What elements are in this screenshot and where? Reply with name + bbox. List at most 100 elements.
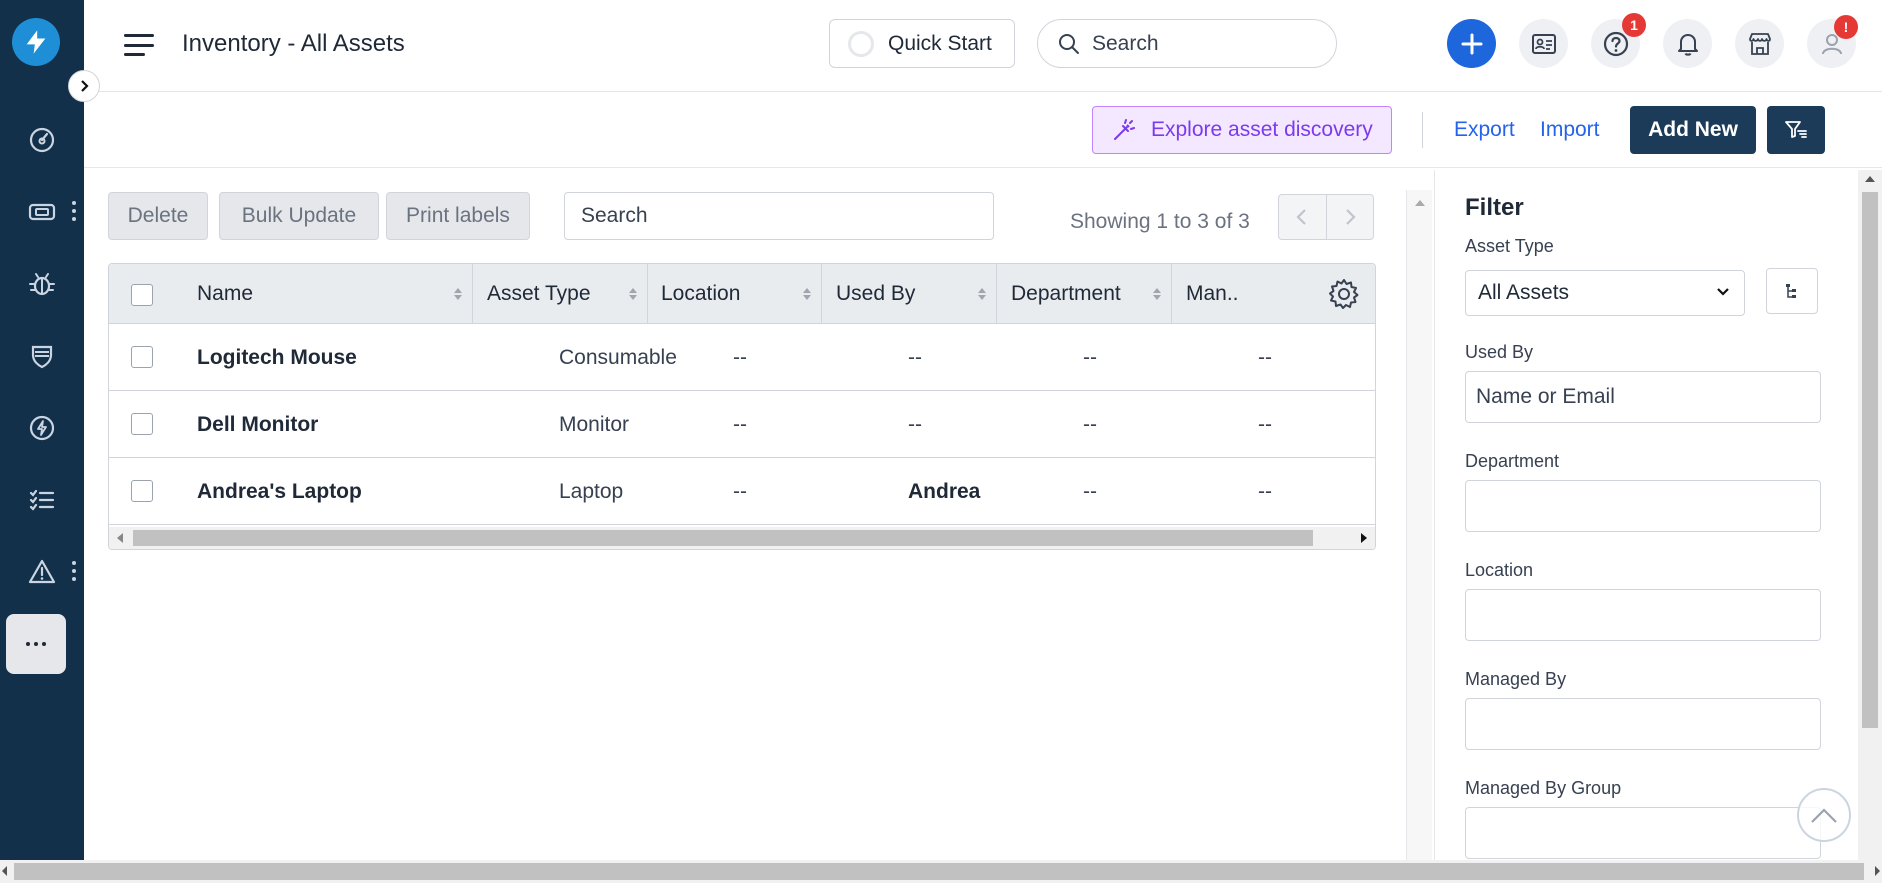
progress-ring-icon (848, 30, 874, 57)
list-vertical-scrollbar[interactable] (1406, 190, 1432, 860)
profile-button[interactable]: ! (1807, 15, 1858, 68)
sidebar-item-changes[interactable] (12, 328, 72, 384)
gear-icon[interactable] (1326, 276, 1362, 312)
magic-wand-icon (1114, 119, 1135, 140)
toolbar-divider (1422, 112, 1423, 148)
column-header-asset-type[interactable]: Asset Type (473, 264, 648, 324)
explore-asset-discovery-button[interactable]: Explore asset discovery (1092, 106, 1392, 154)
pagination-controls (1278, 194, 1374, 240)
column-header-name[interactable]: Name (183, 264, 473, 324)
ticket-more-icon[interactable] (70, 201, 78, 221)
asset-type-tree-button[interactable] (1766, 268, 1818, 314)
scroll-left-arrow-icon[interactable] (117, 533, 123, 543)
location-cell: -- (733, 345, 747, 369)
select-all-checkbox[interactable] (131, 284, 153, 306)
table-horizontal-scrollbar[interactable] (109, 527, 1375, 549)
row-checkbox[interactable] (131, 413, 153, 435)
add-new-button[interactable]: Add New (1630, 106, 1756, 154)
sidebar-item-more[interactable] (6, 614, 66, 674)
row-checkbox[interactable] (131, 346, 153, 368)
table-row[interactable]: Dell Monitor Monitor -- -- -- -- (109, 391, 1375, 458)
sidebar-item-problems[interactable] (12, 256, 72, 312)
location-cell: -- (733, 412, 747, 436)
column-header-location[interactable]: Location (647, 264, 822, 324)
create-new-button[interactable] (1447, 19, 1496, 68)
asset-name-link[interactable]: Dell Monitor (197, 391, 318, 458)
bell-icon (1677, 33, 1698, 56)
asset-type-cell: Monitor (559, 412, 630, 436)
table-row[interactable]: Andrea's Laptop Laptop -- Andrea -- -- (109, 458, 1375, 525)
used-by-cell: -- (908, 412, 922, 436)
help-button[interactable]: 1 (1591, 13, 1646, 68)
search-icon (1059, 33, 1079, 54)
contacts-button[interactable] (1519, 19, 1568, 68)
chevron-up-icon (1811, 808, 1837, 823)
column-header-label: Used By (836, 282, 916, 305)
column-header-managed-by[interactable]: Man.. (1172, 264, 1244, 324)
bug-icon (29, 273, 55, 296)
scroll-to-top-button[interactable] (1797, 788, 1851, 842)
page-scroll-thumb[interactable] (14, 863, 1864, 880)
hamburger-menu-icon[interactable] (124, 30, 154, 60)
app-logo[interactable] (12, 18, 60, 66)
bulk-update-button[interactable]: Bulk Update (219, 192, 379, 240)
filter-toggle-button[interactable] (1767, 106, 1825, 154)
scroll-right-arrow-icon[interactable] (1875, 866, 1880, 876)
sidebar-item-alerts[interactable] (12, 544, 72, 600)
import-link[interactable]: Import (1540, 118, 1600, 142)
global-search-input[interactable]: Search (1037, 19, 1337, 68)
row-checkbox[interactable] (131, 480, 153, 502)
asset-name-link[interactable]: Andrea's Laptop (197, 458, 362, 525)
previous-page-button[interactable] (1279, 195, 1327, 239)
location-cell: -- (733, 479, 747, 503)
pagination-summary: Showing 1 to 3 of 3 (1070, 210, 1250, 233)
scroll-left-arrow-icon[interactable] (2, 866, 7, 876)
print-labels-button[interactable]: Print labels (386, 192, 530, 240)
quick-start-button[interactable]: Quick Start (829, 19, 1015, 68)
assets-table: Name Asset Type Location Used By Departm… (108, 263, 1376, 550)
sidebar-expand-button[interactable] (68, 70, 100, 102)
managed-by-group-input[interactable] (1465, 807, 1821, 859)
page-horizontal-scrollbar[interactable] (0, 860, 1882, 883)
sort-icon (629, 288, 637, 300)
table-row[interactable]: Logitech Mouse Consumable -- -- -- -- (109, 324, 1375, 391)
sidebar-item-dashboard[interactable] (12, 112, 72, 168)
used-by-link[interactable]: Andrea (908, 458, 980, 525)
sidebar-item-tickets[interactable] (12, 184, 72, 240)
department-cell: -- (1083, 345, 1097, 369)
asset-type-select[interactable]: All Assets (1465, 270, 1745, 316)
filter-icon (1785, 121, 1807, 138)
plus-icon (1461, 33, 1482, 54)
store-icon (1748, 32, 1771, 55)
sidebar-item-releases[interactable] (12, 400, 72, 456)
table-scroll-thumb[interactable] (133, 530, 1313, 546)
profile-alert-badge: ! (1834, 15, 1858, 39)
export-link[interactable]: Export (1454, 118, 1515, 142)
managed-by-input[interactable] (1465, 698, 1821, 750)
column-header-label: Asset Type (487, 282, 591, 305)
used-by-input[interactable]: Name or Email (1465, 371, 1821, 423)
sidebar-item-tasks[interactable] (12, 472, 72, 528)
next-page-button[interactable] (1327, 195, 1374, 239)
alerts-more-icon[interactable] (70, 561, 78, 581)
column-header-used-by[interactable]: Used By (822, 264, 997, 324)
warning-icon (28, 559, 56, 584)
sort-icon (803, 288, 811, 300)
marketplace-button[interactable] (1735, 19, 1784, 68)
filter-vertical-scrollbar[interactable] (1858, 170, 1882, 860)
asset-name-link[interactable]: Logitech Mouse (197, 324, 357, 391)
asset-type-value: All Assets (1478, 281, 1570, 304)
scroll-up-arrow-icon[interactable] (1415, 200, 1425, 206)
list-search-input[interactable]: Search (564, 192, 994, 240)
scroll-up-arrow-icon[interactable] (1865, 176, 1875, 182)
delete-button[interactable]: Delete (108, 192, 208, 240)
filter-scroll-thumb[interactable] (1862, 192, 1878, 728)
location-input[interactable] (1465, 589, 1821, 641)
column-header-department[interactable]: Department (997, 264, 1172, 324)
chevron-left-icon (1296, 209, 1307, 225)
managed-by-cell: -- (1258, 479, 1272, 503)
notifications-button[interactable] (1663, 19, 1712, 68)
scroll-right-arrow-icon[interactable] (1361, 533, 1367, 543)
department-input[interactable] (1465, 480, 1821, 532)
sidebar (0, 0, 84, 883)
